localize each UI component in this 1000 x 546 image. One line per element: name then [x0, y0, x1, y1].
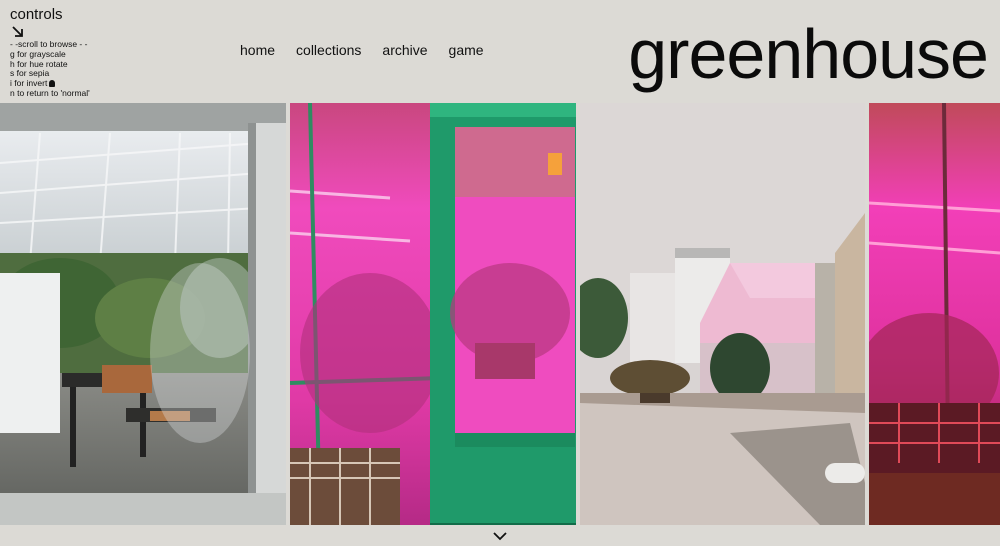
controls-panel: controls - -scroll to browse - - g for g… [10, 6, 210, 99]
nav-archive-link[interactable]: archive [382, 42, 427, 59]
greenhouse-exterior-photo[interactable] [580, 103, 865, 525]
site-logo[interactable]: greenhouse [628, 9, 989, 99]
nav-game-link[interactable]: game [449, 42, 484, 59]
nav-collections-link[interactable]: collections [296, 42, 361, 59]
ghost-icon [49, 80, 56, 88]
controls-title: controls [10, 6, 63, 23]
nav-home-link[interactable]: home [240, 42, 275, 59]
photo-gallery[interactable] [0, 103, 1000, 525]
chevron-down-icon[interactable] [493, 530, 507, 542]
main-nav: home collections archive game [240, 42, 505, 59]
arrow-down-right-icon [12, 26, 23, 37]
pink-greenhouse-interior-photo[interactable] [869, 103, 1000, 525]
control-hint-invert: i for invert [10, 78, 48, 89]
control-hint-normal: n to return to 'normal' [10, 87, 90, 98]
pink-greenhouse-door-photo[interactable] [290, 103, 576, 525]
greenhouse-window-photo[interactable] [0, 103, 286, 525]
